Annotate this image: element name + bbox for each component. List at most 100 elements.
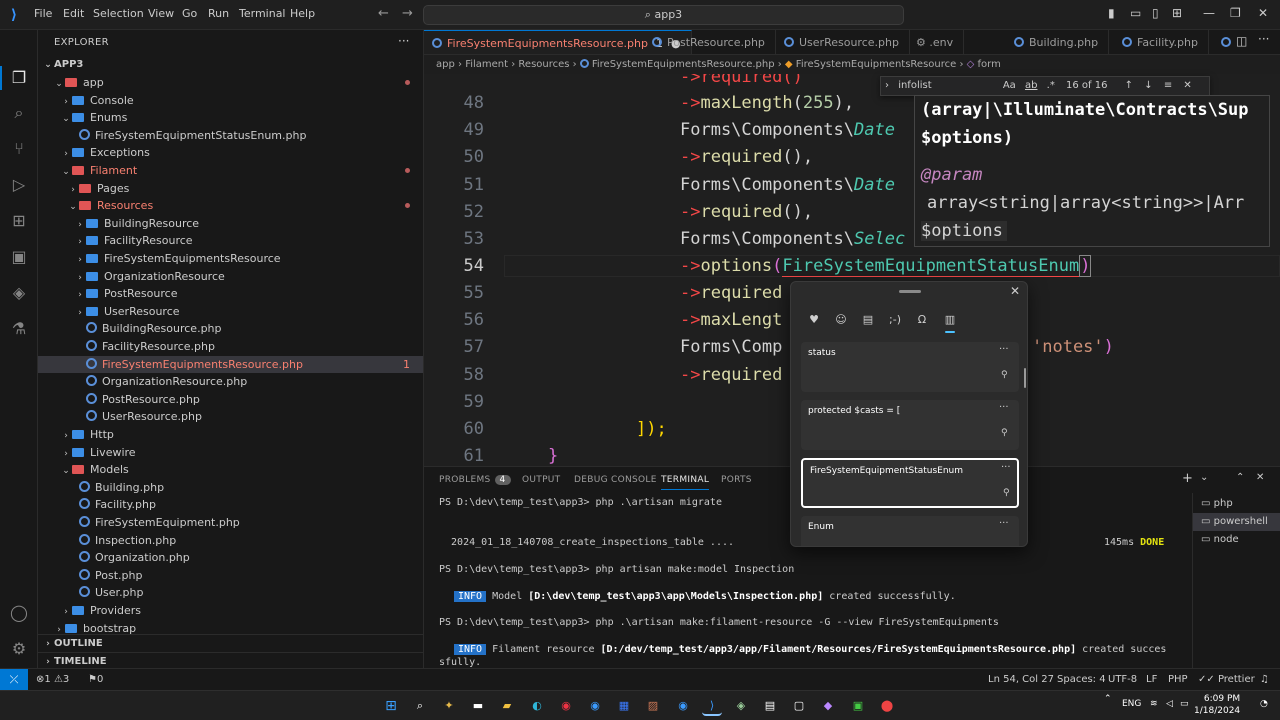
app-icon[interactable]: ⬤: [877, 696, 897, 716]
remote-explorer-icon[interactable]: ▣: [8, 246, 30, 268]
maximize-panel-icon[interactable]: ⌃: [1236, 472, 1244, 483]
more-actions-icon[interactable]: ···: [1258, 32, 1269, 46]
app-icon[interactable]: ◉: [673, 696, 693, 716]
chevron-down-icon[interactable]: ⌄: [1200, 472, 1208, 483]
file-item[interactable]: OrganizationResource.php: [38, 373, 423, 391]
tab-postresource[interactable]: PostResource.php: [644, 30, 776, 54]
workspace-root[interactable]: ⌄ APP3: [38, 56, 423, 74]
file-item[interactable]: FacilityResource.php: [38, 338, 423, 356]
menu-lines-icon[interactable]: ≡: [1164, 80, 1172, 91]
timeline-section[interactable]: › TIMELINE: [38, 652, 423, 668]
folder-item[interactable]: › OrganizationResource: [38, 268, 423, 286]
command-center[interactable]: ⌕ app3: [423, 5, 904, 25]
arrow-up-icon[interactable]: ↑: [1125, 80, 1133, 91]
run-debug-icon[interactable]: ▷: [8, 174, 30, 196]
terminal-item-node[interactable]: ▭ node: [1193, 531, 1280, 549]
vscode-taskbar-icon[interactable]: ⟩: [702, 696, 722, 716]
more-icon[interactable]: ···: [999, 344, 1009, 355]
file-item[interactable]: FireSystemEquipmentsResource.php 1: [38, 355, 423, 374]
file-item[interactable]: Organization.php: [38, 549, 423, 567]
back-arrow-icon[interactable]: ←: [378, 6, 389, 21]
file-item[interactable]: Inspection.php: [38, 532, 423, 550]
menu-selection[interactable]: Selection: [93, 7, 144, 20]
store-icon[interactable]: ▦: [614, 696, 634, 716]
heart-icon[interactable]: ♥: [806, 312, 822, 328]
folder-item[interactable]: › Exceptions: [38, 144, 423, 162]
menu-edit[interactable]: Edit: [63, 7, 84, 20]
more-icon[interactable]: ···: [999, 402, 1009, 413]
symbols-icon[interactable]: Ω: [914, 312, 930, 328]
folder-item[interactable]: › UserResource: [38, 303, 423, 321]
drag-handle[interactable]: [899, 290, 921, 293]
forward-arrow-icon[interactable]: →: [402, 6, 413, 21]
close-icon[interactable]: ✕: [1183, 80, 1191, 91]
folder-item[interactable]: › bootstrap: [38, 620, 423, 638]
windows-start-icon[interactable]: ⊞: [381, 696, 401, 716]
menu-terminal[interactable]: Terminal: [239, 7, 286, 20]
folder-item[interactable]: › BuildingResource: [38, 215, 423, 233]
more-tabs-php-icon[interactable]: [1214, 30, 1238, 54]
toggle-panel-icon[interactable]: ▭: [1130, 6, 1141, 20]
close-icon[interactable]: ✕: [1010, 284, 1020, 298]
account-icon[interactable]: ◯: [8, 602, 30, 624]
file-explorer-icon[interactable]: ▰: [497, 696, 517, 716]
file-item[interactable]: Facility.php: [38, 496, 423, 514]
file-item[interactable]: FireSystemEquipment.php: [38, 514, 423, 532]
more-actions-icon[interactable]: ···: [398, 34, 409, 48]
folder-item[interactable]: › Pages: [38, 180, 423, 198]
app-icon[interactable]: ▢: [789, 696, 809, 716]
folder-item[interactable]: ⌄ Filament: [38, 162, 423, 180]
gear-icon[interactable]: ⚙: [8, 638, 30, 660]
find-input[interactable]: infolist: [898, 80, 931, 91]
file-item[interactable]: UserResource.php: [38, 408, 423, 426]
tab-env[interactable]: ⚙ .env: [908, 30, 965, 54]
app-icon[interactable]: ◈: [731, 696, 751, 716]
menu-run[interactable]: Run: [208, 7, 229, 20]
language-mode[interactable]: PHP: [1168, 669, 1188, 690]
notifications-icon[interactable]: ♫: [1260, 669, 1269, 690]
volume-icon[interactable]: ◁: [1166, 699, 1173, 709]
clipboard-item[interactable]: status ··· ⚲: [801, 342, 1019, 392]
pin-icon[interactable]: ⚲: [1003, 488, 1010, 498]
tab-ports[interactable]: PORTS: [721, 475, 752, 485]
folder-item[interactable]: ⌄ app: [38, 74, 423, 92]
toggle-sidebar-icon[interactable]: ▮: [1108, 6, 1115, 20]
tab-debug-console[interactable]: DEBUG CONSOLE: [574, 475, 657, 485]
minimize-icon[interactable]: —: [1203, 6, 1215, 20]
end-of-line[interactable]: LF: [1146, 669, 1157, 690]
emoji-icon[interactable]: ☺: [833, 312, 849, 328]
scrollbar[interactable]: [1024, 368, 1026, 388]
task-view-icon[interactable]: ▬: [468, 696, 488, 716]
prettier-status[interactable]: ✓✓ Prettier: [1198, 669, 1255, 690]
chevron-right-icon[interactable]: ›: [885, 80, 889, 91]
ports-status[interactable]: ⚑0: [88, 669, 103, 690]
search-icon[interactable]: ⌕: [410, 696, 430, 716]
input-language[interactable]: ENG: [1122, 699, 1141, 709]
folder-item[interactable]: ⌄ Models: [38, 461, 423, 479]
extensions-icon[interactable]: ⊞: [8, 210, 30, 232]
clipboard-item[interactable]: protected $casts = [ ··· ⚲: [801, 400, 1019, 450]
notifications-icon[interactable]: ◔: [1260, 699, 1268, 709]
terminal-item-php[interactable]: ▭ php: [1193, 495, 1280, 513]
problems-status[interactable]: ⊗1 ⚠3: [36, 669, 69, 690]
battery-icon[interactable]: ▭: [1180, 699, 1189, 709]
whole-word-toggle[interactable]: ab: [1025, 80, 1037, 91]
crumb-filament[interactable]: Filament: [465, 59, 508, 70]
indentation[interactable]: Spaces: 4: [1057, 669, 1106, 690]
more-icon[interactable]: ···: [999, 518, 1009, 529]
terminal-item-powershell[interactable]: ▭ powershell: [1193, 513, 1280, 531]
crumb-file[interactable]: FireSystemEquipmentsResource.php: [592, 59, 775, 70]
source-control-icon[interactable]: ⑂: [8, 138, 30, 160]
clock[interactable]: 6:09 PM 1/18/2024: [1194, 693, 1240, 717]
chevron-up-icon[interactable]: ⌃: [1104, 694, 1112, 704]
menu-go[interactable]: Go: [182, 7, 197, 20]
folder-item[interactable]: › FacilityResource: [38, 232, 423, 250]
crumb-resources[interactable]: Resources: [518, 59, 569, 70]
edge-icon[interactable]: ◐: [527, 696, 547, 716]
folder-item[interactable]: › Providers: [38, 602, 423, 620]
pin-icon[interactable]: ⚲: [1001, 428, 1008, 438]
menu-help[interactable]: Help: [290, 7, 315, 20]
file-item[interactable]: Post.php: [38, 567, 423, 585]
tab-problems[interactable]: PROBLEMS 4: [439, 475, 511, 485]
encoding[interactable]: UTF-8: [1108, 669, 1137, 690]
